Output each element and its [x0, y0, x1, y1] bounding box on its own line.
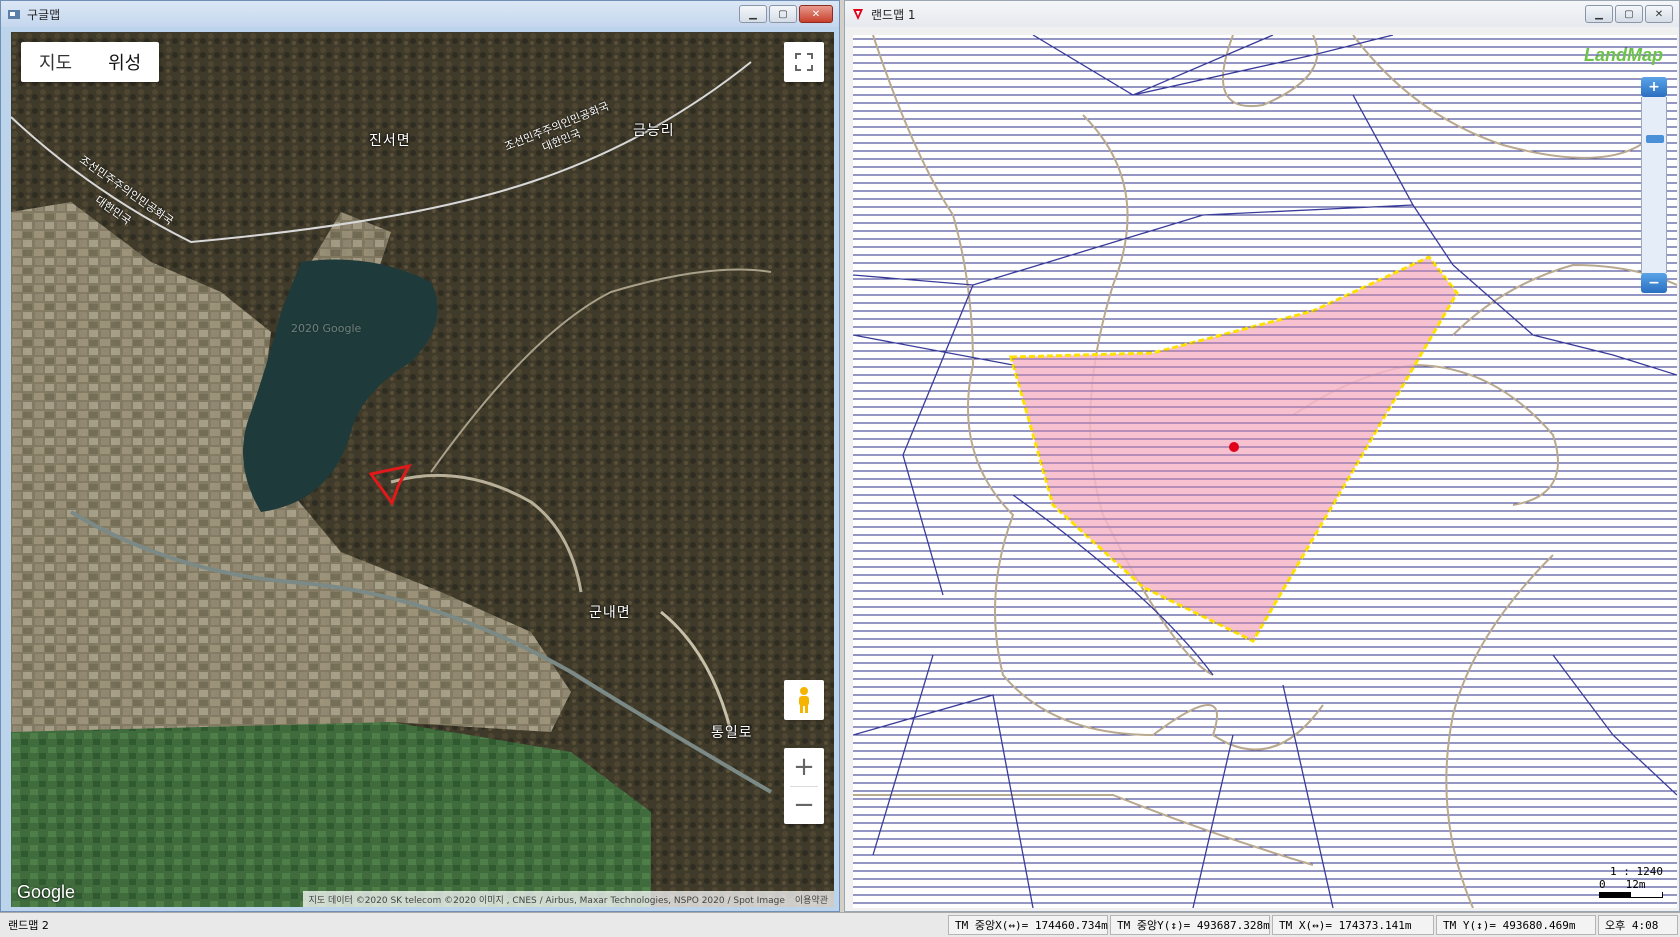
satellite-map[interactable]: 지도 위성 진서면 금능리 군내면 통일로 조선민주주의인민공화국 대한민국 조…	[11, 32, 834, 907]
parcel-map	[853, 35, 1677, 908]
zoom-out-button[interactable]: −	[1641, 273, 1667, 293]
map-type-control: 지도 위성	[21, 42, 160, 82]
zoom-slider: + −	[1641, 77, 1667, 297]
scale-bar	[1599, 892, 1663, 898]
map-attribution: 지도 데이터 ©2020 SK telecom ©2020 이미지 , CNES…	[302, 891, 834, 907]
status-bar: 랜드맵 2 TM 중앙X(↔)= 174460.734m TM 중앙Y(↕)= …	[0, 912, 1680, 937]
close-button[interactable]: ✕	[1645, 5, 1673, 23]
location-marker	[1229, 442, 1239, 452]
map-type-satellite[interactable]: 위성	[90, 49, 159, 75]
window-title: 구글맵	[27, 7, 61, 22]
fullscreen-icon	[795, 53, 813, 71]
scale-ratio: 1 : 1240	[1610, 865, 1663, 878]
scale-min: 0	[1599, 878, 1606, 891]
place-label-gunnae: 군내면	[589, 605, 631, 621]
place-label-geumneung: 금능리	[633, 123, 675, 139]
map-type-map[interactable]: 지도	[21, 49, 90, 75]
landmap-logo: LandMap	[1584, 45, 1663, 65]
zoom-knob[interactable]	[1646, 135, 1664, 143]
zoom-track[interactable]	[1641, 97, 1667, 273]
tm-x: TM X(↔)= 174373.141m	[1272, 915, 1434, 935]
close-button[interactable]: ✕	[799, 5, 833, 23]
landmap-window: 랜드맵 1 ▁ ▢ ✕ LandMap + − 1: 1240 0 12m	[844, 0, 1680, 912]
google-logo: Google	[17, 882, 76, 902]
zoom-control: + −	[784, 748, 824, 824]
tm-y: TM Y(↕)= 493680.469m	[1436, 915, 1596, 935]
status-left: 랜드맵 2	[8, 919, 49, 932]
google-map-window: 구글맵 ▁ ▢ ✕ 지도 위성 진서면 금능리 군내면 통일로 조선민주주의인민…	[0, 0, 840, 912]
clock: 오후 4:08	[1598, 915, 1678, 935]
road-label-tongil: 통일로	[711, 725, 753, 741]
zoom-in-button[interactable]: +	[1641, 77, 1667, 97]
minimize-button[interactable]: ▁	[739, 5, 767, 23]
minimize-button[interactable]: ▁	[1585, 5, 1613, 23]
google-map-titlebar[interactable]: 구글맵 ▁ ▢ ✕	[1, 1, 839, 27]
fullscreen-button[interactable]	[784, 42, 824, 82]
zoom-in-button[interactable]: +	[793, 748, 815, 786]
tm-center-x: TM 중앙X(↔)= 174460.734m	[948, 915, 1108, 935]
landmap-app-icon	[851, 7, 865, 21]
maximize-button[interactable]: ▢	[1615, 5, 1643, 23]
map-watermark: 2020 Google	[291, 322, 362, 335]
maximize-button[interactable]: ▢	[769, 5, 797, 23]
scale-indicator: 1 : 1240 0 12m	[1599, 865, 1663, 898]
scale-max: 12m	[1625, 878, 1646, 891]
landmap-titlebar[interactable]: 랜드맵 1 ▁ ▢ ✕	[845, 1, 1679, 27]
pegman-icon	[799, 687, 809, 713]
window-title: 랜드맵 1	[871, 7, 916, 22]
terms-link[interactable]: 이용약관	[795, 893, 828, 906]
street-view-pegman[interactable]	[784, 680, 824, 720]
zoom-out-button[interactable]: −	[793, 786, 815, 824]
tm-center-y: TM 중앙Y(↕)= 493687.328m	[1110, 915, 1270, 935]
place-label-jinseo: 진서면	[369, 133, 411, 149]
attribution-text: 지도 데이터 ©2020 SK telecom ©2020 이미지 , CNES…	[308, 895, 785, 906]
satellite-imagery	[11, 32, 834, 907]
landmap-canvas[interactable]: LandMap + − 1 : 1240 0 12m	[853, 35, 1677, 908]
app-icon	[7, 7, 21, 21]
